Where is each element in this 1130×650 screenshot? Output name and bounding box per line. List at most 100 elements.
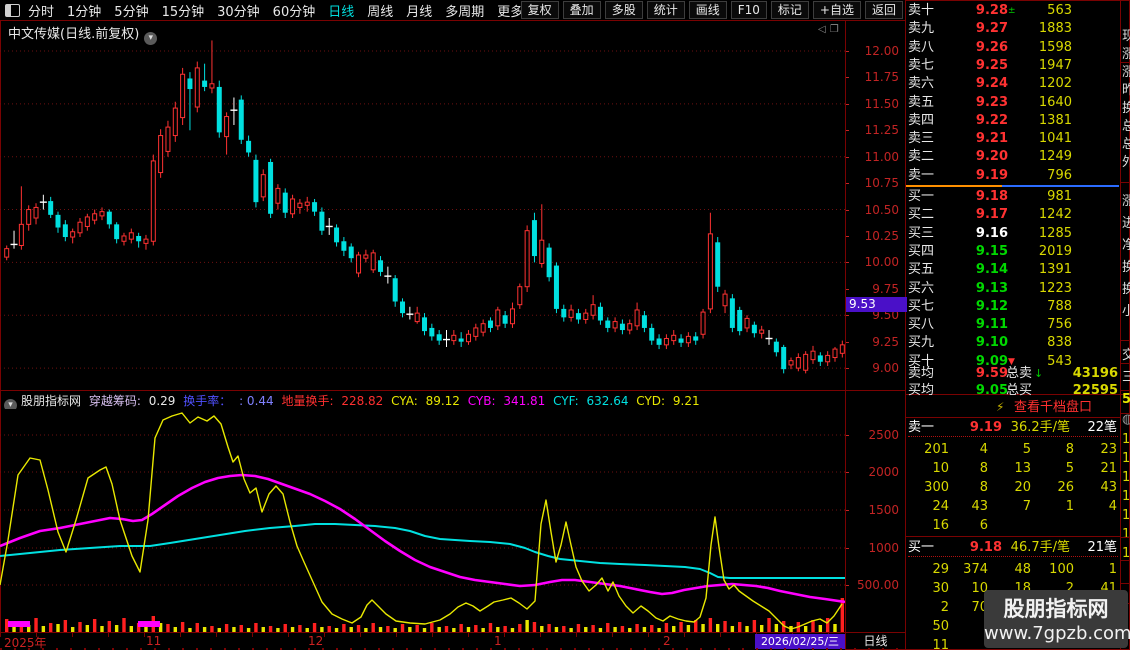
- menu-item-8[interactable]: 月线: [406, 5, 432, 20]
- queue-cell: 11: [932, 638, 949, 650]
- order-volume: 1223: [1038, 280, 1072, 296]
- menu-item-1[interactable]: 1分钟: [67, 5, 101, 20]
- indicator-chart[interactable]: [0, 409, 845, 632]
- order-book-row-sell-6[interactable]: 卖四 9.22 1381: [906, 112, 1120, 130]
- order-level-label: 卖二: [908, 149, 935, 165]
- queue-price: 9.19: [969, 420, 1002, 435]
- order-book-row-sell-1[interactable]: 卖九 9.27 1883: [906, 20, 1120, 38]
- toolbar-button-2[interactable]: 多股: [604, 1, 643, 19]
- order-level-label: 卖十: [908, 3, 935, 18]
- queue-row: 10 8 13 5 21: [906, 459, 1120, 478]
- total-label: 总卖: [1006, 366, 1033, 381]
- collapse-icon[interactable]: ▾: [4, 399, 17, 409]
- order-level-label: 卖六: [908, 76, 935, 92]
- menu-item-4[interactable]: 30分钟: [217, 5, 260, 20]
- order-book-row-buy-8[interactable]: 买九 9.10 838: [906, 334, 1120, 352]
- toolbar-button-7[interactable]: +自选: [812, 1, 861, 19]
- menu-item-6[interactable]: 日线: [328, 5, 354, 20]
- queue-cell: 43: [1100, 480, 1117, 495]
- clipped-char: 净: [1122, 238, 1130, 253]
- order-volume: 756: [1047, 317, 1072, 333]
- toolbar-button-5[interactable]: F10: [730, 1, 767, 19]
- order-book-row-sell-7[interactable]: 卖三 9.21 1041: [906, 130, 1120, 148]
- menu-item-9[interactable]: 多周期: [445, 5, 484, 20]
- watermark-title: 股朋指标网: [1003, 597, 1109, 621]
- toolbar-button-0[interactable]: 复权: [520, 1, 559, 19]
- toolbar-button-1[interactable]: 叠加: [562, 1, 601, 19]
- order-level-label: 买六: [908, 280, 935, 296]
- queue-cell: 4: [979, 442, 988, 457]
- average-price: 9.05: [975, 383, 1008, 398]
- order-book-row-buy-3[interactable]: 买四 9.15 2019: [906, 243, 1120, 261]
- queue-header-sell1: 卖一 9.19 36.2手/笔 22笔: [906, 419, 1120, 436]
- clipped-digit: 1: [1122, 489, 1130, 504]
- queue-cell: 7: [1022, 499, 1031, 514]
- order-book-row-buy-4[interactable]: 买五 9.14 1391: [906, 261, 1120, 279]
- menu-item-3[interactable]: 15分钟: [162, 5, 205, 20]
- clipped-char: 小: [1122, 304, 1130, 319]
- order-book-row-buy-1[interactable]: 买二 9.17 1242: [906, 206, 1120, 224]
- toolbar-button-3[interactable]: 统计: [646, 1, 685, 19]
- clipped-char: 涨: [1122, 47, 1130, 62]
- clipped-digit: 1: [1122, 527, 1130, 542]
- order-level-label: 买五: [908, 262, 935, 278]
- menu-item-0[interactable]: 分时: [28, 5, 54, 20]
- order-book-row-sell-9[interactable]: 卖一 9.19 796: [906, 167, 1120, 185]
- order-book-row-sell-4[interactable]: 卖六 9.24 1202: [906, 75, 1120, 93]
- order-price: 9.22: [975, 112, 1008, 128]
- price-axis-label: 9.00: [872, 361, 899, 375]
- indicator-field-label-2: 地量换手:: [281, 394, 338, 408]
- queue-cell: 300: [924, 480, 949, 495]
- indicator-field-label-3: CYA:: [391, 394, 422, 408]
- order-book-row-sell-2[interactable]: 卖八 9.26 1598: [906, 39, 1120, 57]
- order-book-row-sell-0[interactable]: 卖十 9.28 ±563: [906, 2, 1120, 20]
- toolbar-button-6[interactable]: 标记: [770, 1, 809, 19]
- order-volume: 563: [1047, 3, 1072, 18]
- order-level-label: 卖五: [908, 94, 935, 110]
- order-book: 卖十 9.28 ±563 卖九 9.27 1883 卖八 9.26 1598 卖七 9.25 1947…: [906, 0, 1120, 650]
- queue-cell: 21: [1100, 461, 1117, 476]
- toolbar-button-8[interactable]: 返回: [864, 1, 903, 19]
- queue-per-order: 36.2手/笔: [1010, 420, 1070, 435]
- chevron-down-icon[interactable]: ▾: [144, 32, 158, 45]
- order-book-row-buy-5[interactable]: 买六 9.13 1223: [906, 280, 1120, 298]
- queue-cell: 5: [1022, 442, 1031, 457]
- queue-price: 9.18: [969, 540, 1002, 555]
- window-icon[interactable]: ❐: [830, 24, 843, 35]
- total-volume: 22595: [1072, 383, 1118, 398]
- price-axis-label: 10.75: [864, 176, 899, 190]
- menu-item-2[interactable]: 5分钟: [114, 5, 148, 20]
- menu-item-5[interactable]: 60分钟: [273, 5, 316, 20]
- order-level-label: 买九: [908, 335, 935, 351]
- order-price: 9.16: [975, 225, 1008, 241]
- queue-cell: 10: [932, 461, 949, 476]
- indicator-axis-label: 2000: [868, 465, 899, 479]
- menu-item-7[interactable]: 周线: [367, 5, 393, 20]
- price-axis: 12.00 11.75 11.50 11.25 11.00 10.75 10.50 10.25…: [845, 21, 905, 390]
- thousand-depth-link[interactable]: ⚡ 查看千档盘口: [906, 399, 1120, 416]
- current-date-tag: 2026/02/25/三: [755, 634, 845, 649]
- order-book-row-sell-3[interactable]: 卖七 9.25 1947: [906, 57, 1120, 75]
- queue-cell: 16: [932, 518, 949, 533]
- pane-icons: ◁❐: [818, 24, 843, 35]
- order-book-row-sell-8[interactable]: 卖二 9.20 1249: [906, 148, 1120, 166]
- queue-cell: 8: [979, 480, 988, 495]
- order-book-row-sell-5[interactable]: 卖五 9.23 1640: [906, 94, 1120, 112]
- queue-cell: 10: [971, 581, 988, 596]
- date-ticks: [0, 633, 845, 637]
- clipped-digit: 1: [1122, 508, 1130, 523]
- order-book-row-buy-0[interactable]: 买一 9.18 981: [906, 188, 1120, 206]
- back-icon[interactable]: ◁: [818, 24, 830, 35]
- order-book-row-buy-6[interactable]: 买七 9.12 788: [906, 298, 1120, 316]
- queue-cell: 1: [1065, 499, 1074, 514]
- indicator-field-value-1: : 0.44: [239, 394, 278, 408]
- layout-toggle-icon[interactable]: [5, 3, 20, 17]
- price-axis-label: 9.75: [872, 282, 899, 296]
- candlestick-chart[interactable]: [0, 21, 845, 390]
- clipped-char: 交: [1122, 348, 1130, 363]
- toolbar-button-4[interactable]: 画线: [688, 1, 727, 19]
- order-book-row-buy-2[interactable]: 买三 9.16 1285: [906, 225, 1120, 243]
- average-label: 卖均: [908, 366, 935, 381]
- order-price: 9.20: [975, 149, 1008, 165]
- order-book-row-buy-7[interactable]: 买八 9.11 756: [906, 316, 1120, 334]
